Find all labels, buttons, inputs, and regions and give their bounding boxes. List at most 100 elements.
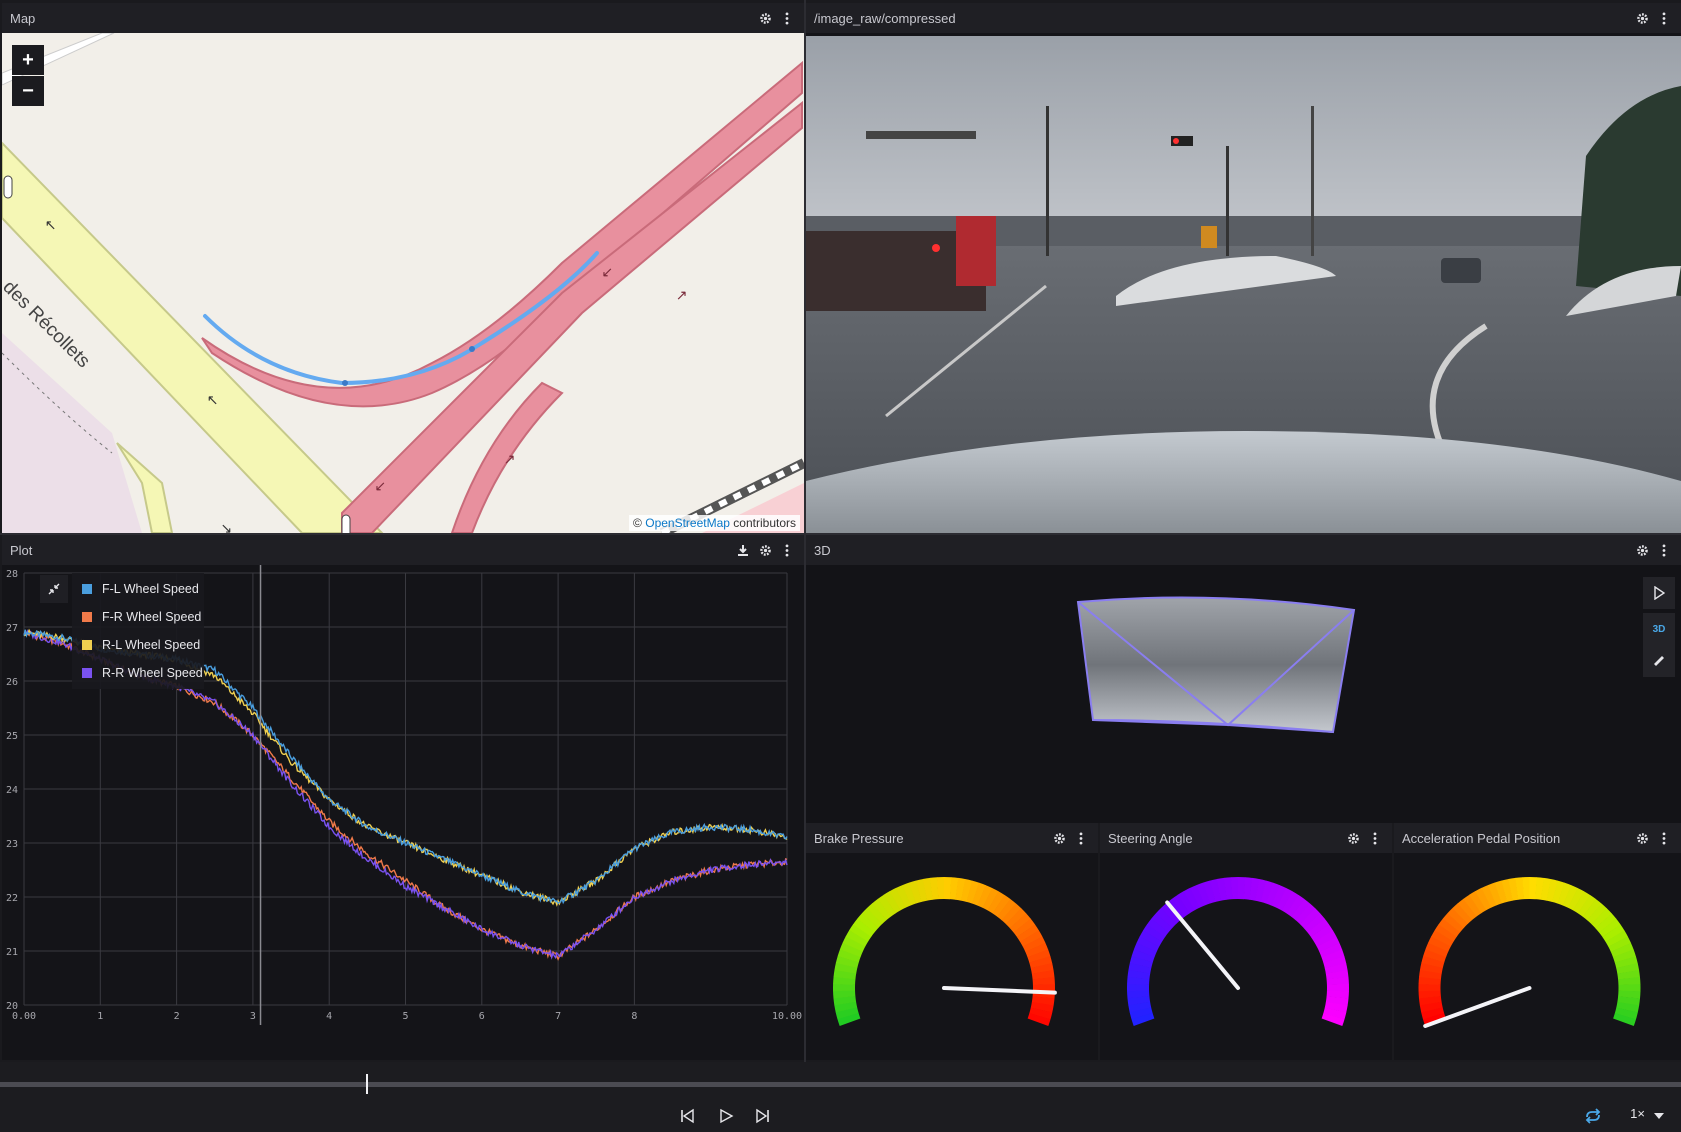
- gauge-arc-segment: [1551, 880, 1565, 904]
- scene3d-view[interactable]: 3D: [806, 565, 1681, 823]
- gauge-arc-segment: [853, 918, 875, 938]
- scene3d-panel-title: 3D: [814, 542, 831, 558]
- gauge-arc-segment: [1031, 996, 1055, 1006]
- gauge-arc-segment: [1605, 930, 1628, 948]
- plot-area[interactable]: 20 21 22 23 24 25 26 27 28 0.00 1 2 3 4 5 6 7 8 10.00 F-L …: [2, 565, 804, 1060]
- zoom-in-button[interactable]: +: [12, 45, 44, 75]
- skip-back-button[interactable]: [675, 1104, 699, 1128]
- y-tick-label: 23: [6, 839, 18, 850]
- legend-item-rl[interactable]: R-L Wheel Speed: [72, 631, 204, 659]
- gauge-arc-segment: [1281, 891, 1299, 914]
- gauge-arc-segment: [883, 891, 901, 914]
- panel-divider[interactable]: [0, 533, 1681, 535]
- zoom-out-button[interactable]: −: [12, 76, 44, 106]
- gauge-arc-segment: [1129, 955, 1153, 969]
- x-tick-label: 1: [97, 1011, 103, 1022]
- gauge-arc-segment: [1321, 1012, 1345, 1026]
- timeline-playhead[interactable]: [366, 1074, 369, 1094]
- gauge-arc-segment: [1324, 963, 1348, 974]
- gauge-arc-segment: [1299, 908, 1321, 929]
- y-tick-label: 22: [6, 893, 18, 904]
- select-tool-button[interactable]: [1643, 577, 1675, 609]
- gauge-arc-segment: [1029, 956, 1053, 969]
- legend-label: R-R Wheel Speed: [102, 666, 203, 680]
- download-icon[interactable]: [734, 541, 752, 559]
- more-vertical-icon[interactable]: [1655, 829, 1673, 847]
- gauge-arc-segment: [1136, 936, 1160, 952]
- gear-icon[interactable]: [1633, 829, 1651, 847]
- gauge-arc-segment: [949, 877, 959, 900]
- more-vertical-icon[interactable]: [778, 541, 796, 559]
- gauge-arc-segment: [1013, 918, 1036, 938]
- loop-icon[interactable]: [1581, 1104, 1605, 1128]
- legend-swatch: [82, 584, 92, 594]
- more-vertical-icon[interactable]: [1655, 9, 1673, 27]
- map-view[interactable]: ↑ ↑ ↑ ↑ ↑ ↑ ↑ des Récollets + − © OpenSt…: [2, 32, 804, 533]
- more-vertical-icon[interactable]: [1655, 541, 1673, 559]
- x-tick-label: 5: [402, 1011, 408, 1022]
- plot-panel: Plot 20 21 22 23 24 25 26 27 28 0.00 1 2 3 4 5 6 7 8 10.00…: [2, 535, 804, 1060]
- x-tick-label: 8: [631, 1011, 637, 1022]
- gauge-arc-segment: [1027, 1012, 1051, 1026]
- legend-label: F-L Wheel Speed: [102, 582, 199, 596]
- camera-image: [806, 36, 1681, 533]
- map-panel-header: Map: [2, 3, 804, 33]
- gauge-arc-segment: [1286, 894, 1305, 917]
- chevron-down-icon[interactable]: [1652, 1104, 1666, 1128]
- gauge-arc-segment: [1614, 1007, 1638, 1020]
- x-tick-label: 4: [326, 1011, 332, 1022]
- gear-icon[interactable]: [756, 541, 774, 559]
- y-tick-label: 24: [6, 785, 18, 796]
- gear-icon[interactable]: [756, 9, 774, 27]
- gauge-arc-segment: [1307, 918, 1330, 938]
- gauge-arc-segment: [1183, 887, 1200, 911]
- skip-forward-button[interactable]: [751, 1104, 775, 1128]
- gauge-arc-segment: [1614, 956, 1638, 969]
- gauge-arc-segment: [1030, 963, 1054, 974]
- timeline-scrubber[interactable]: [0, 1082, 1681, 1087]
- gauge-arc-segment: [1265, 882, 1280, 906]
- gauge-arc-segment: [842, 936, 866, 952]
- more-vertical-icon[interactable]: [1072, 829, 1090, 847]
- gauge-arc-segment: [1487, 882, 1502, 906]
- legend-item-rr[interactable]: R-R Wheel Speed: [72, 659, 204, 687]
- gauge-arc-segment: [902, 882, 917, 906]
- gear-icon[interactable]: [1050, 829, 1068, 847]
- osm-link[interactable]: OpenStreetMap: [645, 516, 730, 530]
- more-vertical-icon[interactable]: [1366, 829, 1384, 847]
- legend-item-fl[interactable]: F-L Wheel Speed: [72, 575, 204, 603]
- ruler-icon[interactable]: [1643, 645, 1675, 677]
- view-mode-3d-button[interactable]: 3D: [1643, 613, 1675, 645]
- gauge-arc-segment: [1323, 956, 1347, 969]
- gear-icon[interactable]: [1633, 541, 1651, 559]
- collapse-legend-button[interactable]: [40, 575, 68, 603]
- gauge-arc-segment: [1481, 884, 1497, 908]
- gauge-dial: [833, 877, 1057, 1026]
- brake-pressure-title: Brake Pressure: [814, 830, 904, 846]
- gauge-arc-segment: [1321, 949, 1345, 963]
- y-tick-label: 26: [6, 677, 18, 688]
- accel-pedal-panel: Acceleration Pedal Position: [1394, 823, 1681, 1060]
- more-vertical-icon[interactable]: [778, 9, 796, 27]
- gear-icon[interactable]: [1344, 829, 1362, 847]
- panel-divider[interactable]: [804, 0, 806, 1062]
- play-button[interactable]: [714, 1104, 738, 1128]
- gauge-arc-segment: [849, 924, 872, 942]
- gauge-arc-segment: [987, 891, 1005, 914]
- gauge-arc-segment: [1155, 907, 1177, 929]
- legend-item-fr[interactable]: F-R Wheel Speed: [72, 603, 204, 631]
- playback-speed[interactable]: 1×: [1630, 1106, 1645, 1121]
- gauge-arc-segment: [834, 962, 858, 974]
- playback-bar: 1×: [0, 1062, 1681, 1132]
- x-tick-label: 10.00: [772, 1011, 802, 1022]
- attribution-prefix: ©: [633, 516, 642, 530]
- gear-icon[interactable]: [1633, 9, 1651, 27]
- gauge-arc-segment: [1469, 891, 1487, 914]
- gauge-arc-segment: [1562, 885, 1578, 908]
- gauge-arc-segment: [1577, 894, 1597, 917]
- gauge-arc-segment: [1027, 949, 1051, 963]
- gauge-arc-segment: [1616, 1001, 1640, 1013]
- gauge-arc-segment: [929, 877, 939, 900]
- gauge-arc-segment: [1508, 877, 1519, 901]
- gauge-arc-segment: [997, 898, 1017, 921]
